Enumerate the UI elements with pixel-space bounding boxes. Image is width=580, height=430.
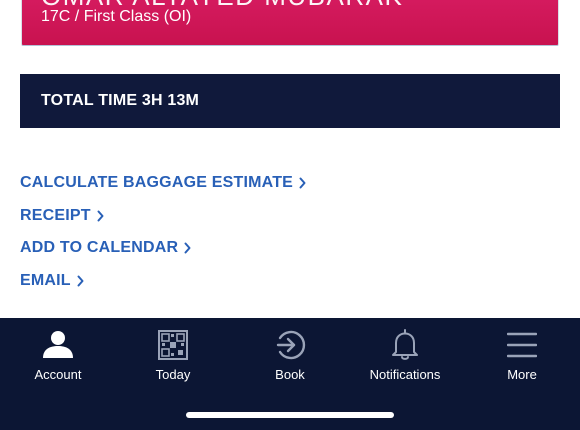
link-label: RECEIPT [20, 206, 91, 224]
receipt-link[interactable]: RECEIPT [20, 200, 306, 233]
tab-label: Account [34, 367, 82, 382]
chevron-right-icon [97, 210, 104, 222]
tab-notifications[interactable]: Notifications [347, 318, 463, 398]
email-link[interactable]: EMAIL [20, 265, 306, 298]
seat-class: 17C / First Class (OI) [41, 8, 192, 25]
person-icon [43, 331, 73, 358]
total-time-bar: TOTAL TIME 3H 13M [20, 74, 560, 128]
arrow-circle-icon [276, 330, 306, 360]
hamburger-menu-icon [507, 332, 537, 358]
tab-more[interactable]: More [464, 318, 580, 398]
chevron-right-icon [184, 242, 191, 254]
tab-label: More [507, 367, 537, 382]
tab-label: Book [275, 367, 305, 382]
total-time-label: TOTAL TIME 3H 13M [41, 92, 200, 109]
calculate-baggage-link[interactable]: CALCULATE BAGGAGE ESTIMATE [20, 167, 306, 200]
chevron-right-icon [77, 275, 84, 287]
link-label: ADD TO CALENDAR [20, 239, 179, 257]
link-label: EMAIL [20, 271, 71, 289]
tab-today[interactable]: Today [115, 318, 231, 398]
tab-book[interactable]: Book [232, 318, 348, 398]
link-label: CALCULATE BAGGAGE ESTIMATE [20, 174, 294, 192]
home-indicator [186, 412, 394, 418]
bell-icon [392, 329, 418, 360]
action-links: CALCULATE BAGGAGE ESTIMATE RECEIPT ADD T… [20, 167, 306, 297]
add-to-calendar-link[interactable]: ADD TO CALENDAR [20, 232, 306, 265]
tab-label: Today [155, 367, 191, 382]
tab-account[interactable]: Account [0, 318, 116, 398]
passenger-card[interactable]: OMAR ALTAYED MUBARAK 17C / First Class (… [21, 0, 559, 46]
chevron-right-icon [299, 177, 306, 189]
qr-code-icon [158, 330, 188, 360]
tab-bar: Account Today Book Notifications More [0, 318, 580, 430]
tab-label: Notifications [369, 367, 441, 382]
